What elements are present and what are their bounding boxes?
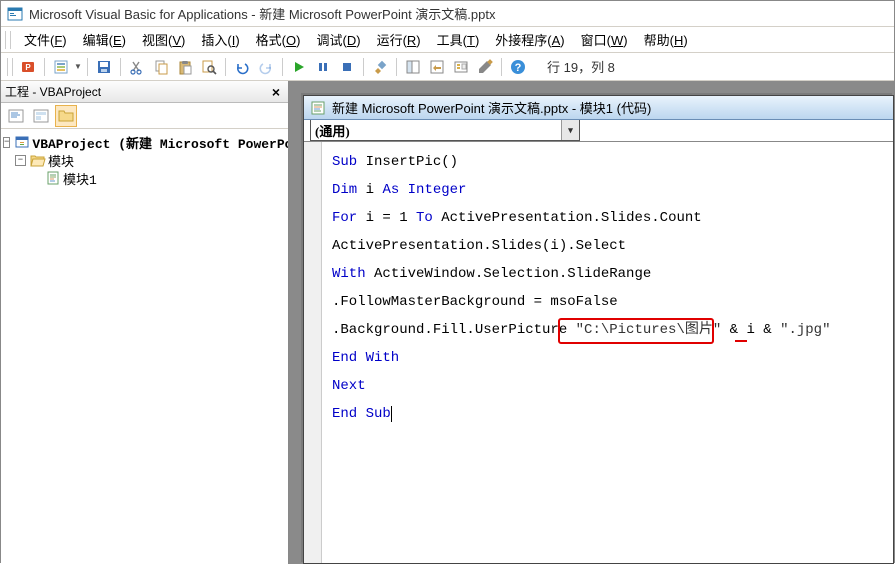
toggle-folders-icon[interactable]	[55, 105, 77, 127]
view-ppt-icon[interactable]: P	[17, 56, 39, 78]
window-title: Microsoft Visual Basic for Applications …	[29, 4, 495, 23]
tree-module1[interactable]: 模块1	[3, 169, 286, 187]
close-icon[interactable]: ×	[268, 84, 284, 100]
tree-folder-label: 模块	[48, 151, 74, 170]
undo-icon[interactable]	[231, 56, 253, 78]
tree-folder-modules[interactable]: − 模块	[3, 151, 286, 169]
project-explorer-icon[interactable]	[402, 56, 424, 78]
collapse-icon[interactable]: −	[15, 155, 26, 166]
folder-open-icon	[30, 152, 46, 168]
menu-tools[interactable]: 工具(T)	[430, 27, 487, 52]
code-margin[interactable]	[304, 142, 322, 563]
menubar-grip[interactable]	[5, 31, 11, 49]
cursor-position: 行 19，列 8	[547, 57, 615, 76]
code-module-icon	[310, 100, 326, 116]
menu-format[interactable]: 格式(O)	[249, 27, 308, 52]
menu-insert[interactable]: 插入(I)	[194, 27, 246, 52]
menu-debug[interactable]: 调试(D)	[309, 27, 367, 52]
code-window: 新建 Microsoft PowerPoint 演示文稿.pptx - 模块1 …	[303, 95, 894, 564]
collapse-icon[interactable]: −	[3, 137, 10, 148]
redo-icon[interactable]	[255, 56, 277, 78]
object-dropdown-value: (通用)	[315, 121, 350, 140]
insert-module-icon[interactable]	[50, 56, 72, 78]
chevron-down-icon[interactable]: ▾	[561, 120, 579, 140]
menu-run[interactable]: 运行(R)	[370, 27, 428, 52]
menubar: 文件(F) 编辑(E) 视图(V) 插入(I) 格式(O) 调试(D) 运行(R…	[1, 27, 894, 53]
object-browser-icon[interactable]	[450, 56, 472, 78]
menu-addins[interactable]: 外接程序(A)	[488, 27, 571, 52]
vbaproject-icon	[14, 134, 30, 150]
project-tree[interactable]: − VBAProject (新建 Microsoft PowerPoint 演示…	[1, 129, 288, 191]
project-pane-toolbar	[1, 103, 288, 129]
code-dropdown-row: (通用) ▾	[304, 120, 893, 142]
tree-module-label: 模块1	[63, 169, 97, 188]
svg-text:P: P	[25, 63, 31, 72]
code-window-titlebar[interactable]: 新建 Microsoft PowerPoint 演示文稿.pptx - 模块1 …	[304, 96, 893, 120]
view-object-icon[interactable]	[30, 105, 52, 127]
window-titlebar: Microsoft Visual Basic for Applications …	[1, 1, 894, 27]
tree-root-label: VBAProject (新建 Microsoft PowerPoint 演示文稿…	[32, 133, 288, 152]
menu-window[interactable]: 窗口(W)	[574, 27, 635, 52]
help-icon[interactable]: ?	[507, 56, 529, 78]
reset-icon[interactable]	[336, 56, 358, 78]
project-pane-title: 工程 - VBAProject	[5, 83, 101, 100]
code-editor[interactable]: Sub InsertPic() Dim i As Integer For i =…	[322, 142, 893, 563]
menu-view[interactable]: 视图(V)	[135, 27, 192, 52]
project-pane-header: 工程 - VBAProject ×	[1, 81, 288, 103]
save-icon[interactable]	[93, 56, 115, 78]
toolbar: P ▼ ? 行 19，列 8	[1, 53, 894, 81]
mdi-area: 新建 Microsoft PowerPoint 演示文稿.pptx - 模块1 …	[289, 81, 894, 564]
run-icon[interactable]	[288, 56, 310, 78]
menu-help[interactable]: 帮助(H)	[637, 27, 695, 52]
paste-icon[interactable]	[174, 56, 196, 78]
project-explorer-pane: 工程 - VBAProject × − VBAProject (新建 Micro…	[1, 81, 289, 564]
find-icon[interactable]	[198, 56, 220, 78]
properties-icon[interactable]	[426, 56, 448, 78]
object-dropdown[interactable]: (通用) ▾	[310, 120, 580, 141]
menu-file[interactable]: 文件(F)	[17, 27, 74, 52]
svg-text:?: ?	[515, 62, 522, 74]
toolbox-icon[interactable]	[474, 56, 496, 78]
break-icon[interactable]	[312, 56, 334, 78]
code-window-title: 新建 Microsoft PowerPoint 演示文稿.pptx - 模块1 …	[332, 98, 651, 117]
toolbar-grip[interactable]	[7, 58, 13, 76]
view-code-icon[interactable]	[5, 105, 27, 127]
menu-edit[interactable]: 编辑(E)	[76, 27, 133, 52]
app-icon	[7, 6, 23, 22]
copy-icon[interactable]	[150, 56, 172, 78]
cut-icon[interactable]	[126, 56, 148, 78]
insert-dropdown-icon[interactable]: ▼	[74, 62, 82, 71]
tree-root[interactable]: − VBAProject (新建 Microsoft PowerPoint 演示…	[3, 133, 286, 151]
module-icon	[45, 170, 61, 186]
design-mode-icon[interactable]	[369, 56, 391, 78]
